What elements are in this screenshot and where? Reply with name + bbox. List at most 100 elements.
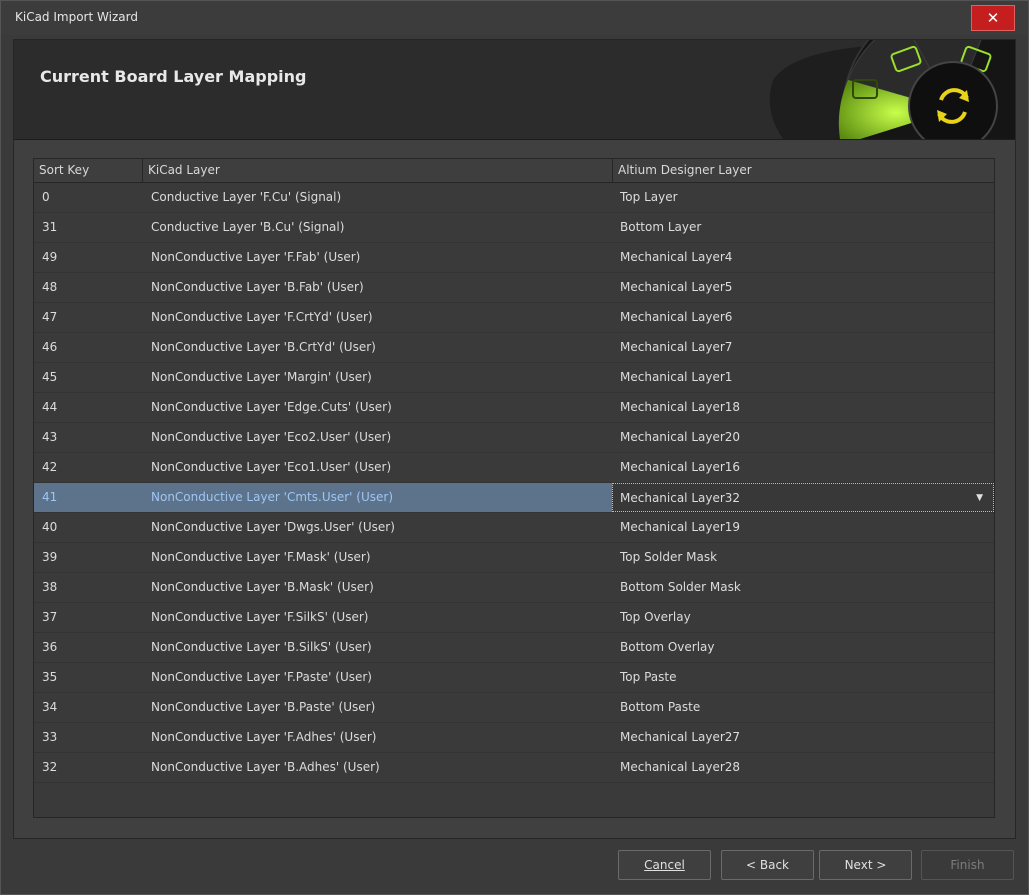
column-header-altium-layer[interactable]: Altium Designer Layer — [613, 159, 995, 183]
kicad-layer-cell: NonConductive Layer 'B.Paste' (User) — [151, 700, 376, 714]
table-row[interactable]: 42 NonConductive Layer 'Eco1.User' (User)… — [34, 453, 994, 483]
sort-key-cell: 45 — [42, 370, 58, 384]
sort-key-cell: 43 — [42, 430, 58, 444]
layer-mapping-table: Sort Key KiCad Layer Altium Designer Lay… — [33, 158, 995, 818]
table-row[interactable]: 49 NonConductive Layer 'F.Fab' (User) Mech… — [34, 243, 994, 273]
window-title: KiCad Import Wizard — [15, 10, 138, 24]
sort-key-cell: 32 — [42, 760, 58, 774]
altium-layer-cell[interactable]: Top Paste — [620, 663, 980, 693]
altium-layer-cell[interactable]: Bottom Paste — [620, 693, 980, 723]
kicad-layer-cell: NonConductive Layer 'B.SilkS' (User) — [151, 640, 372, 654]
next-button[interactable]: Next > — [819, 850, 912, 880]
refresh-icon — [753, 40, 1015, 139]
altium-layer-cell[interactable]: Mechanical Layer7 — [620, 333, 980, 363]
table-row[interactable]: 32 NonConductive Layer 'B.Adhes' (User) Me… — [34, 753, 994, 783]
kicad-layer-cell: Conductive Layer 'F.Cu' (Signal) — [151, 190, 342, 204]
table-row[interactable]: 46 NonConductive Layer 'B.CrtYd' (User) Me… — [34, 333, 994, 363]
sort-key-cell: 46 — [42, 340, 58, 354]
close-icon: ✕ — [986, 9, 1000, 27]
kicad-layer-cell: NonConductive Layer 'Eco1.User' (User) — [151, 460, 392, 474]
altium-layer-cell[interactable]: Mechanical Layer4 — [620, 243, 980, 273]
altium-layer-cell[interactable]: Bottom Overlay — [620, 633, 980, 663]
sort-key-cell: 48 — [42, 280, 58, 294]
sort-key-cell: 44 — [42, 400, 58, 414]
altium-layer-dropdown-value: Mechanical Layer32 — [620, 491, 741, 505]
table-row[interactable]: 0 Conductive Layer 'F.Cu' (Signal) Top Lay… — [34, 183, 994, 213]
kicad-layer-cell: NonConductive Layer 'F.SilkS' (User) — [151, 610, 369, 624]
table-row[interactable]: 47 NonConductive Layer 'F.CrtYd' (User) Me… — [34, 303, 994, 333]
title-bar[interactable]: KiCad Import Wizard ✕ — [1, 1, 1028, 35]
table-body: 0 Conductive Layer 'F.Cu' (Signal) Top Lay… — [34, 183, 994, 783]
table-row[interactable]: 33 NonConductive Layer 'F.Adhes' (User) Me… — [34, 723, 994, 753]
table-row[interactable]: 41 NonConductive Layer 'Cmts.User' (User)… — [34, 483, 994, 513]
sort-key-cell: 31 — [42, 220, 58, 234]
sort-key-cell: 38 — [42, 580, 58, 594]
altium-layer-cell[interactable]: Top Solder Mask — [620, 543, 980, 573]
sort-key-cell: 37 — [42, 610, 58, 624]
sort-key-cell: 34 — [42, 700, 58, 714]
finish-button[interactable]: Finish — [921, 850, 1014, 880]
wizard-header: Current Board Layer Mapping — [14, 40, 1015, 140]
altium-layer-cell[interactable]: Mechanical Layer20 — [620, 423, 980, 453]
kicad-layer-cell: NonConductive Layer 'F.Paste' (User) — [151, 670, 372, 684]
kicad-layer-cell: NonConductive Layer 'F.CrtYd' (User) — [151, 310, 373, 324]
back-button[interactable]: < Back — [721, 850, 814, 880]
kicad-layer-cell: NonConductive Layer 'Eco2.User' (User) — [151, 430, 392, 444]
table-row[interactable]: 48 NonConductive Layer 'B.Fab' (User) Mech… — [34, 273, 994, 303]
table-row[interactable]: 36 NonConductive Layer 'B.SilkS' (User) Bo… — [34, 633, 994, 663]
altium-layer-cell[interactable]: Mechanical Layer1 — [620, 363, 980, 393]
sort-key-cell: 49 — [42, 250, 58, 264]
kicad-layer-cell: NonConductive Layer 'F.Fab' (User) — [151, 250, 361, 264]
altium-layer-cell[interactable]: Top Overlay — [620, 603, 980, 633]
cancel-button[interactable]: Cancel — [618, 850, 711, 880]
kicad-layer-cell: NonConductive Layer 'F.Adhes' (User) — [151, 730, 377, 744]
table-row[interactable]: 44 NonConductive Layer 'Edge.Cuts' (User)… — [34, 393, 994, 423]
column-header-sort-key[interactable]: Sort Key — [34, 159, 143, 183]
page-title: Current Board Layer Mapping — [40, 67, 307, 86]
sort-key-cell: 39 — [42, 550, 58, 564]
table-row[interactable]: 40 NonConductive Layer 'Dwgs.User' (User)… — [34, 513, 994, 543]
import-wizard-window: KiCad Import Wizard ✕ Current Board Laye… — [0, 0, 1029, 895]
table-row[interactable]: 35 NonConductive Layer 'F.Paste' (User) To… — [34, 663, 994, 693]
wizard-content: Current Board Layer Mapping Sort Key KiC… — [13, 39, 1016, 839]
table-row[interactable]: 39 NonConductive Layer 'F.Mask' (User) Top… — [34, 543, 994, 573]
kicad-layer-cell: NonConductive Layer 'Margin' (User) — [151, 370, 372, 384]
kicad-layer-cell: NonConductive Layer 'B.Adhes' (User) — [151, 760, 380, 774]
altium-layer-dropdown[interactable]: Mechanical Layer32 ▼ — [612, 483, 994, 512]
altium-layer-cell[interactable]: Mechanical Layer6 — [620, 303, 980, 333]
altium-layer-cell[interactable]: Bottom Solder Mask — [620, 573, 980, 603]
table-row[interactable]: 34 NonConductive Layer 'B.Paste' (User) Bo… — [34, 693, 994, 723]
finish-button-label: Finish — [950, 858, 985, 872]
cancel-button-label: Cancel — [644, 858, 685, 872]
kicad-layer-cell: NonConductive Layer 'Cmts.User' (User) — [151, 490, 393, 504]
chevron-down-icon[interactable]: ▼ — [976, 484, 983, 512]
next-button-label: Next > — [844, 858, 887, 872]
back-button-label: < Back — [745, 858, 789, 872]
sort-key-cell: 42 — [42, 460, 58, 474]
sort-key-cell: 0 — [42, 190, 50, 204]
close-button[interactable]: ✕ — [971, 5, 1015, 31]
sort-key-cell: 41 — [42, 490, 58, 504]
altium-layer-cell[interactable]: Bottom Layer — [620, 213, 980, 243]
table-row[interactable]: 45 NonConductive Layer 'Margin' (User) Mec… — [34, 363, 994, 393]
altium-layer-cell[interactable]: Mechanical Layer18 — [620, 393, 980, 423]
kicad-layer-cell: NonConductive Layer 'B.Fab' (User) — [151, 280, 364, 294]
kicad-layer-cell: NonConductive Layer 'Edge.Cuts' (User) — [151, 400, 392, 414]
altium-layer-cell[interactable]: Mechanical Layer27 — [620, 723, 980, 753]
table-row[interactable]: 43 NonConductive Layer 'Eco2.User' (User)… — [34, 423, 994, 453]
altium-layer-cell[interactable]: Mechanical Layer28 — [620, 753, 980, 783]
sort-key-cell: 33 — [42, 730, 58, 744]
sort-key-cell: 36 — [42, 640, 58, 654]
column-header-kicad-layer[interactable]: KiCad Layer — [143, 159, 613, 183]
altium-layer-cell[interactable]: Mechanical Layer16 — [620, 453, 980, 483]
table-header: Sort Key KiCad Layer Altium Designer Lay… — [34, 159, 994, 183]
altium-layer-cell[interactable]: Top Layer — [620, 183, 980, 213]
table-row[interactable]: 31 Conductive Layer 'B.Cu' (Signal) Bottom… — [34, 213, 994, 243]
table-row[interactable]: 38 NonConductive Layer 'B.Mask' (User) Bot… — [34, 573, 994, 603]
table-row[interactable]: 37 NonConductive Layer 'F.SilkS' (User) To… — [34, 603, 994, 633]
altium-layer-cell[interactable]: Mechanical Layer5 — [620, 273, 980, 303]
kicad-layer-cell: NonConductive Layer 'F.Mask' (User) — [151, 550, 371, 564]
altium-layer-cell[interactable]: Mechanical Layer19 — [620, 513, 980, 543]
sort-key-cell: 47 — [42, 310, 58, 324]
kicad-layer-cell: NonConductive Layer 'Dwgs.User' (User) — [151, 520, 395, 534]
